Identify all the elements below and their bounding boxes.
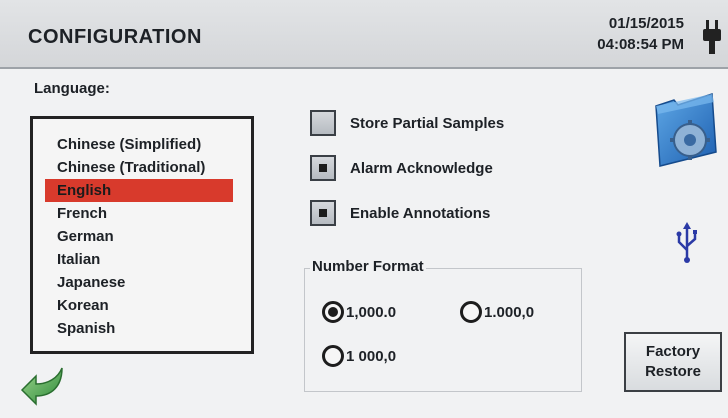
language-item[interactable]: Spanish (43, 317, 233, 340)
radio-label: 1.000,0 (484, 303, 535, 321)
alarm-acknowledge-checkbox[interactable] (310, 155, 336, 181)
page-title: CONFIGURATION (28, 26, 202, 48)
number-format-title: Number Format (310, 258, 426, 275)
radio-button[interactable] (460, 301, 482, 323)
plug-icon (703, 20, 721, 54)
alarm-acknowledge-label: Alarm Acknowledge (350, 159, 493, 177)
enable-annotations-checkbox[interactable] (310, 200, 336, 226)
language-item-selected[interactable]: English (45, 179, 233, 202)
factory-restore-line2: Restore (645, 363, 701, 380)
number-format-option-2[interactable]: 1.000,0 (460, 298, 534, 326)
language-label: Language: (34, 80, 110, 97)
folder-gear-icon[interactable] (650, 92, 720, 170)
time-text: 04:08:54 PM (597, 36, 684, 53)
language-item[interactable]: German (43, 225, 233, 248)
radio-button[interactable] (322, 345, 344, 367)
back-arrow-icon[interactable] (18, 366, 66, 406)
language-item[interactable]: Chinese (Simplified) (43, 133, 233, 156)
date-text: 01/15/2015 (608, 15, 684, 32)
language-item[interactable]: Korean (43, 294, 233, 317)
enable-annotations-option[interactable]: Enable Annotations (310, 198, 490, 228)
store-partial-samples-checkbox[interactable] (310, 110, 336, 136)
datetime-display: 01/15/2015 04:08:54 PM (597, 13, 684, 55)
header-bar: CONFIGURATION 01/15/2015 04:08:54 PM (0, 0, 728, 69)
radio-dot (328, 307, 338, 317)
store-partial-samples-option[interactable]: Store Partial Samples (310, 108, 504, 138)
usb-icon (676, 222, 697, 263)
language-item[interactable]: Chinese (Traditional) (43, 156, 233, 179)
number-format-option-1[interactable]: 1,000.0 (322, 298, 396, 326)
language-list[interactable]: Chinese (Simplified) Chinese (Traditiona… (30, 116, 254, 354)
checkbox-mark (319, 209, 327, 217)
radio-button[interactable] (322, 301, 344, 323)
radio-label: 1,000.0 (346, 303, 397, 321)
radio-label: 1 000,0 (346, 347, 397, 365)
number-format-group (304, 268, 582, 392)
factory-restore-line1: Factory (645, 343, 701, 360)
checkbox-mark (319, 164, 327, 172)
enable-annotations-label: Enable Annotations (350, 204, 491, 222)
language-item[interactable]: Japanese (43, 271, 233, 294)
factory-restore-button[interactable]: Factory Restore (624, 332, 722, 392)
alarm-acknowledge-option[interactable]: Alarm Acknowledge (310, 153, 493, 183)
language-item[interactable]: Italian (43, 248, 233, 271)
language-item[interactable]: French (43, 202, 233, 225)
store-partial-samples-label: Store Partial Samples (350, 114, 505, 132)
number-format-option-3[interactable]: 1 000,0 (322, 342, 396, 370)
